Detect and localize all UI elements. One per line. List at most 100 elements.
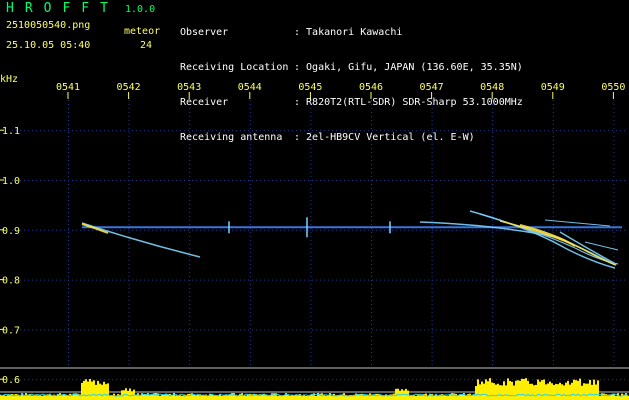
grid-dot (236, 279, 237, 281)
grid-dot (340, 229, 341, 231)
grid-dot (112, 130, 113, 132)
grid-dot (388, 180, 389, 181)
grid-dot (96, 180, 97, 181)
grid-dot (500, 329, 501, 331)
grid-dot (584, 329, 585, 331)
grid-dot (60, 329, 61, 331)
grid-dot (56, 329, 57, 331)
grid-dot (248, 180, 249, 181)
grid-dot (340, 279, 341, 281)
grid-dot (613, 192, 615, 193)
grid-dot (552, 192, 554, 193)
grid-dot (128, 240, 130, 241)
time-tick-label: 0550 (601, 82, 625, 93)
grid-dot (556, 379, 557, 381)
grid-dot (416, 329, 417, 331)
grid-dot (500, 379, 501, 381)
grid-dot (464, 180, 465, 181)
grid-dot (371, 260, 372, 261)
grid-dot (128, 260, 130, 261)
grid-dot (380, 229, 381, 231)
grid-dot (431, 216, 433, 217)
grid-dot (371, 196, 372, 197)
grid-dot (68, 300, 69, 301)
grid-dot (128, 288, 130, 289)
grid-dot (100, 130, 101, 132)
grid-dot (431, 208, 433, 209)
grid-dot (60, 279, 61, 281)
grid-dot (144, 229, 145, 231)
grid-dot (308, 329, 309, 331)
grid-dot (189, 164, 191, 165)
grid-dot (189, 184, 191, 185)
grid-dot (613, 168, 615, 169)
grid-dot (432, 279, 433, 281)
grid-dot (212, 379, 213, 381)
grid-dot (148, 379, 149, 381)
grid-dot (492, 364, 494, 365)
grid-dot (536, 329, 537, 331)
grid-dot (592, 180, 593, 181)
grid-dot (420, 379, 421, 381)
grid-dot (371, 236, 372, 237)
grid-dot (128, 360, 130, 361)
grid-dot (500, 279, 501, 281)
grid-dot (371, 252, 372, 253)
grid-dot (68, 188, 69, 189)
grid-dot (528, 130, 529, 132)
grid-dot (320, 180, 321, 181)
grid-dot (189, 320, 191, 321)
grid-dot (189, 180, 191, 181)
grid-dot (96, 279, 97, 281)
grid-dot (88, 379, 89, 381)
grid-dot (184, 329, 185, 331)
grid-dot (152, 329, 153, 331)
grid-dot (104, 130, 105, 132)
grid-dot (32, 379, 33, 381)
grid-dot (336, 279, 337, 281)
grid-dot (88, 329, 89, 331)
grid-dot (168, 329, 169, 331)
grid-dot (492, 276, 494, 277)
grid-dot (128, 348, 130, 349)
grid-dot (236, 229, 237, 231)
grid-dot (552, 268, 554, 269)
grid-dot (310, 356, 312, 357)
grid-dot (392, 379, 393, 381)
grid-dot (431, 204, 433, 205)
grid-dot (548, 329, 549, 331)
grid-dot (613, 100, 615, 101)
grid-dot (236, 180, 237, 181)
grid-dot (552, 279, 553, 281)
grid-dot (552, 204, 554, 205)
grid-dot (244, 180, 245, 181)
grid-dot (204, 229, 205, 231)
grid-dot (431, 200, 433, 201)
grid-dot (544, 329, 545, 331)
grid-dot (492, 260, 494, 261)
grid-dot (312, 180, 313, 181)
grid-dot (352, 229, 353, 231)
grid-dot (344, 229, 345, 231)
grid-dot (431, 160, 433, 161)
grid-dot (310, 196, 312, 197)
grid-dot (368, 329, 369, 331)
grid-dot (189, 256, 191, 257)
grid-dot (189, 268, 191, 269)
grid-dot (348, 180, 349, 181)
grid-dot (360, 229, 361, 231)
grid-dot (492, 272, 494, 273)
freq-tick-label: 0.6 (2, 375, 20, 386)
grid-dot (552, 344, 554, 345)
grid-dot (56, 180, 57, 181)
grid-dot (128, 320, 130, 321)
grid-dot (189, 352, 191, 353)
grid-dot (168, 180, 169, 181)
grid-dot (92, 229, 93, 231)
grid-dot (596, 279, 597, 281)
grid-dot (216, 329, 217, 331)
grid-dot (371, 184, 372, 185)
grid-dot (620, 130, 621, 132)
grid-dot (524, 329, 525, 331)
grid-dot (431, 256, 433, 257)
